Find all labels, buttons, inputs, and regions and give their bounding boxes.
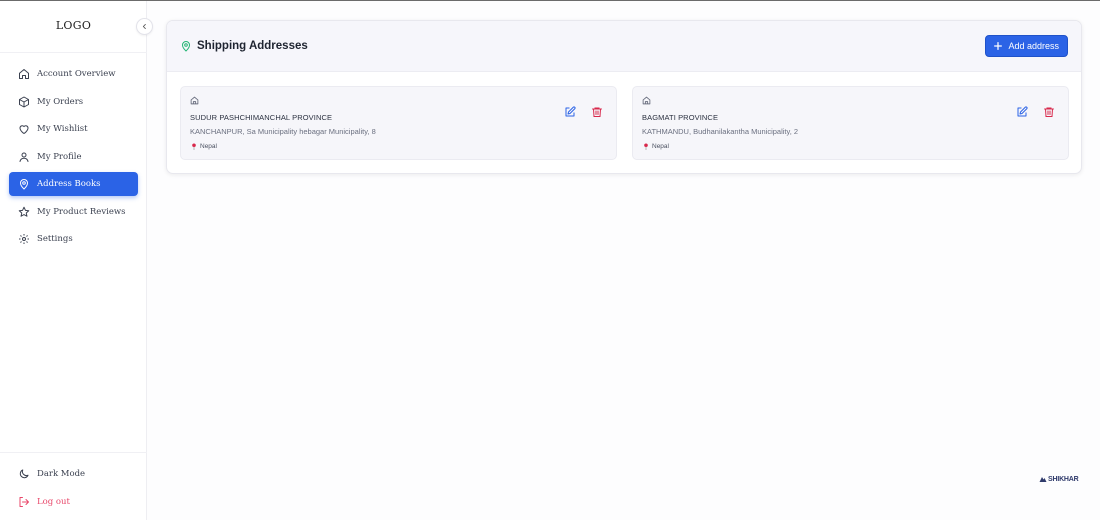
address-province: SUDUR PASHCHIMANCHAL PROVINCE xyxy=(190,113,333,122)
collapse-sidebar-button[interactable] xyxy=(136,18,153,35)
sidebar-item-my-profile[interactable]: My Profile xyxy=(9,145,138,169)
sidebar-item-label: Address Books xyxy=(37,179,101,189)
address-card: SUDUR PASHCHIMANCHAL PROVINCE KANCHANPUR… xyxy=(180,86,617,160)
add-address-label: Add address xyxy=(1008,41,1059,51)
sidebar-item-label: My Profile xyxy=(37,151,82,162)
logout-label: Log out xyxy=(37,496,70,507)
address-country: Nepal xyxy=(191,143,217,150)
heart-icon xyxy=(18,123,30,135)
edit-address-button[interactable] xyxy=(1016,106,1028,118)
edit-icon xyxy=(565,106,576,117)
box-icon xyxy=(18,96,30,108)
shipping-addresses-card: Shipping Addresses Add address SUDUR PAS… xyxy=(166,20,1082,174)
address-line: KATHMANDU, Budhanilakantha Municipality,… xyxy=(642,127,799,136)
pushpin-icon xyxy=(191,143,197,150)
sidebar-item-label: My Wishlist xyxy=(37,124,88,134)
add-address-button[interactable]: Add address xyxy=(985,35,1068,57)
pushpin-icon xyxy=(643,143,649,150)
map-pin-icon xyxy=(18,178,30,190)
sidebar-item-address-books[interactable]: Address Books xyxy=(9,172,138,196)
trash-icon xyxy=(592,107,602,117)
delete-address-button[interactable] xyxy=(591,106,603,118)
chevron-left-icon xyxy=(141,23,148,30)
logo[interactable]: LOGO xyxy=(0,19,147,32)
dark-mode-toggle[interactable]: Dark Mode xyxy=(9,462,138,486)
map-pin-icon xyxy=(180,40,192,52)
edit-address-button[interactable] xyxy=(564,106,576,118)
trash-icon xyxy=(1044,107,1054,117)
home-icon xyxy=(190,96,199,105)
edit-icon xyxy=(1017,106,1028,117)
home-icon xyxy=(642,96,651,105)
plus-icon xyxy=(993,41,1003,51)
sidebar-item-settings[interactable]: Settings xyxy=(9,227,138,251)
gear-icon xyxy=(18,233,30,245)
divider xyxy=(0,52,147,53)
sidebar-item-account-overview[interactable]: Account Overview xyxy=(9,62,138,86)
card-header: Shipping Addresses Add address xyxy=(167,21,1081,72)
delete-address-button[interactable] xyxy=(1043,106,1055,118)
address-card: BAGMATI PROVINCE KATHMANDU, Budhanilakan… xyxy=(632,86,1069,160)
logout-icon xyxy=(18,496,30,508)
sidebar: LOGO Account Overview My Orders My Wishl… xyxy=(0,1,147,520)
moon-icon xyxy=(18,468,30,480)
address-province: BAGMATI PROVINCE xyxy=(642,113,719,122)
sidebar-item-my-wishlist[interactable]: My Wishlist xyxy=(9,117,138,141)
logout-button[interactable]: Log out xyxy=(9,490,138,514)
user-icon xyxy=(18,151,30,163)
sidebar-item-label: Settings xyxy=(37,234,73,244)
address-country: Nepal xyxy=(643,143,669,150)
sidebar-item-label: My Orders xyxy=(37,96,84,107)
sidebar-item-label: Account Overview xyxy=(37,69,116,79)
brand-logo: SHIKHAR xyxy=(1039,475,1079,483)
address-country-label: Nepal xyxy=(652,143,669,150)
dark-mode-label: Dark Mode xyxy=(37,469,86,479)
mountain-icon xyxy=(1039,475,1047,483)
address-line: KANCHANPUR, Sa Municipality hebagar Muni… xyxy=(190,127,376,136)
brand-name: SHIKHAR xyxy=(1048,475,1079,483)
page-title: Shipping Addresses xyxy=(197,40,308,52)
divider xyxy=(0,452,147,453)
sidebar-item-my-product-reviews[interactable]: My Product Reviews xyxy=(9,200,138,224)
home-icon xyxy=(18,68,30,80)
star-icon xyxy=(18,206,30,218)
sidebar-item-my-orders[interactable]: My Orders xyxy=(9,90,138,114)
address-country-label: Nepal xyxy=(200,143,217,150)
sidebar-bottom-nav: Dark Mode Log out xyxy=(0,462,147,517)
sidebar-nav: Account Overview My Orders My Wishlist M… xyxy=(0,62,147,255)
sidebar-item-label: My Product Reviews xyxy=(37,206,126,217)
